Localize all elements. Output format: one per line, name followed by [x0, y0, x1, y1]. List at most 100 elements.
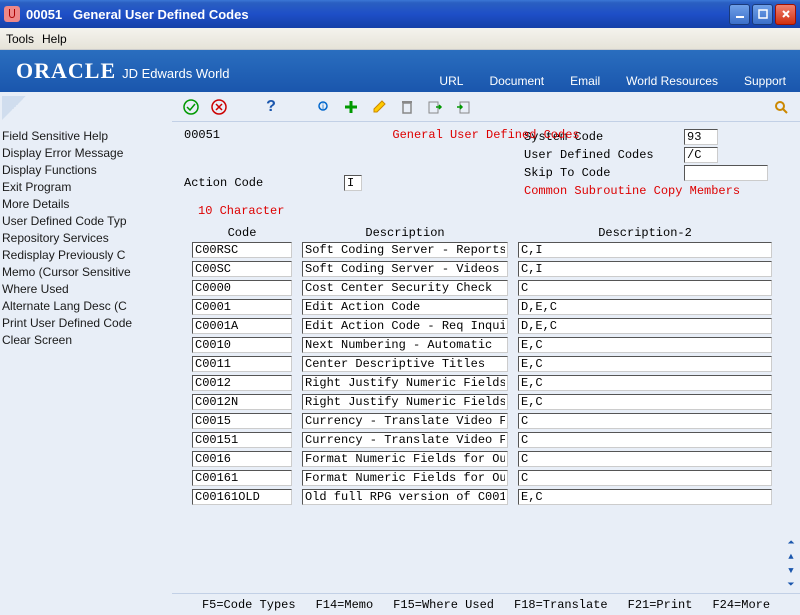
cancel-icon[interactable] — [210, 98, 228, 116]
minimize-button[interactable] — [729, 4, 750, 25]
table-row — [184, 373, 788, 392]
fkey[interactable]: F18=Translate — [514, 598, 608, 612]
desc-cell[interactable] — [302, 470, 508, 486]
action-code-input[interactable] — [344, 175, 362, 191]
fkey[interactable]: F5=Code Types — [202, 598, 296, 612]
code-cell[interactable] — [192, 356, 292, 372]
subtitle: Common Subroutine Copy Members — [524, 182, 788, 200]
code-cell[interactable] — [192, 375, 292, 391]
desc-cell[interactable] — [302, 394, 508, 410]
sidebar-item[interactable]: Field Sensitive Help — [2, 128, 170, 145]
scroll-bottom-icon[interactable]: ⏷ — [785, 579, 797, 591]
desc2-cell[interactable] — [518, 318, 772, 334]
desc-cell[interactable] — [302, 261, 508, 277]
udc-input[interactable] — [684, 147, 718, 163]
code-cell[interactable] — [192, 261, 292, 277]
desc2-cell[interactable] — [518, 451, 772, 467]
sidebar-item[interactable]: Clear Screen — [2, 332, 170, 349]
col-code: Code — [192, 226, 292, 240]
desc2-cell[interactable] — [518, 356, 772, 372]
code-cell[interactable] — [192, 242, 292, 258]
banner-link-url[interactable]: URL — [439, 74, 463, 88]
menu-tools[interactable]: Tools — [6, 32, 34, 46]
sidebar-item[interactable]: Exit Program — [2, 179, 170, 196]
desc-cell[interactable] — [302, 318, 508, 334]
fkey[interactable]: F24=More — [712, 598, 770, 612]
menu-help[interactable]: Help — [42, 32, 67, 46]
desc2-cell[interactable] — [518, 375, 772, 391]
desc2-cell[interactable] — [518, 470, 772, 486]
desc-cell[interactable] — [302, 356, 508, 372]
desc2-cell[interactable] — [518, 280, 772, 296]
edit-icon[interactable] — [370, 98, 388, 116]
skip-to-code-input[interactable] — [684, 165, 768, 181]
desc-cell[interactable] — [302, 337, 508, 353]
table-row — [184, 354, 788, 373]
help-icon[interactable]: ? — [262, 98, 280, 116]
code-cell[interactable] — [192, 394, 292, 410]
fkey[interactable]: F14=Memo — [316, 598, 374, 612]
desc2-cell[interactable] — [518, 299, 772, 315]
search-icon[interactable] — [772, 98, 790, 116]
desc-cell[interactable] — [302, 242, 508, 258]
desc2-cell[interactable] — [518, 242, 772, 258]
banner-link-email[interactable]: Email — [570, 74, 600, 88]
product-name: JD Edwards World — [122, 66, 229, 81]
desc2-cell[interactable] — [518, 337, 772, 353]
desc2-cell[interactable] — [518, 261, 772, 277]
table-row — [184, 449, 788, 468]
code-cell[interactable] — [192, 432, 292, 448]
desc2-cell[interactable] — [518, 432, 772, 448]
sidebar-item[interactable]: Display Error Message — [2, 145, 170, 162]
sidebar-item[interactable]: Where Used — [2, 281, 170, 298]
delete-icon[interactable] — [398, 98, 416, 116]
desc-cell[interactable] — [302, 375, 508, 391]
fkey[interactable]: F21=Print — [628, 598, 693, 612]
sidebar-item[interactable]: More Details — [2, 196, 170, 213]
import-icon[interactable] — [454, 98, 472, 116]
desc2-cell[interactable] — [518, 394, 772, 410]
scroll-top-icon[interactable]: ⏶ — [785, 537, 797, 549]
fkey[interactable]: F15=Where Used — [393, 598, 494, 612]
code-cell[interactable] — [192, 451, 292, 467]
query-icon[interactable]: i — [314, 98, 332, 116]
desc-cell[interactable] — [302, 280, 508, 296]
code-cell[interactable] — [192, 337, 292, 353]
code-cell[interactable] — [192, 318, 292, 334]
brand-banner: ORACLE JD Edwards World URL Document Ema… — [0, 50, 800, 92]
desc-cell[interactable] — [302, 432, 508, 448]
desc-cell[interactable] — [302, 299, 508, 315]
maximize-button[interactable] — [752, 4, 773, 25]
code-cell[interactable] — [192, 280, 292, 296]
ok-icon[interactable] — [182, 98, 200, 116]
window-title: 00051 General User Defined Codes — [26, 7, 729, 22]
desc-cell[interactable] — [302, 489, 508, 505]
scroll-up-icon[interactable]: ▲ — [785, 551, 797, 563]
scroll-down-icon[interactable]: ▼ — [785, 565, 797, 577]
banner-link-document[interactable]: Document — [489, 74, 544, 88]
sidebar-item[interactable]: Redisplay Previously C — [2, 247, 170, 264]
sidebar-item[interactable]: Print User Defined Code — [2, 315, 170, 332]
desc-cell[interactable] — [302, 451, 508, 467]
desc2-cell[interactable] — [518, 413, 772, 429]
banner-link-support[interactable]: Support — [744, 74, 786, 88]
code-cell[interactable] — [192, 470, 292, 486]
desc-cell[interactable] — [302, 413, 508, 429]
close-button[interactable] — [775, 4, 796, 25]
export-icon[interactable] — [426, 98, 444, 116]
col-description: Description — [302, 226, 508, 240]
title-program: 00051 — [26, 7, 62, 22]
code-cell[interactable] — [192, 413, 292, 429]
add-icon[interactable] — [342, 98, 360, 116]
sidebar-item[interactable]: Alternate Lang Desc (C — [2, 298, 170, 315]
banner-link-worldresources[interactable]: World Resources — [626, 74, 718, 88]
sidebar-item[interactable]: User Defined Code Typ — [2, 213, 170, 230]
sidebar-item[interactable]: Memo (Cursor Sensitive — [2, 264, 170, 281]
sidebar-item[interactable]: Display Functions — [2, 162, 170, 179]
sidebar-item[interactable]: Repository Services — [2, 230, 170, 247]
code-cell[interactable] — [192, 299, 292, 315]
desc2-cell[interactable] — [518, 489, 772, 505]
oracle-logo: ORACLE — [16, 58, 116, 84]
grid-header: Code Description Description-2 — [184, 226, 788, 240]
code-cell[interactable] — [192, 489, 292, 505]
